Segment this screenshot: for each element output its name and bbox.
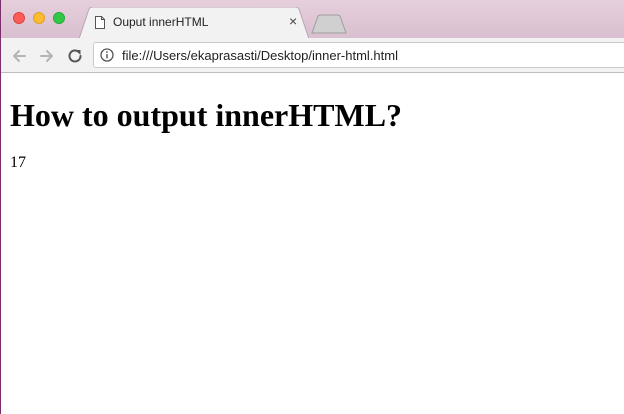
url-text: file:///Users/ekaprasasti/Desktop/inner-…	[122, 48, 398, 63]
page-heading: How to output innerHTML?	[10, 97, 403, 133]
tab-active[interactable]: Ouput innerHTML ×	[79, 7, 309, 39]
forward-arrow-icon[interactable]	[37, 46, 57, 66]
window-minimize-button[interactable]	[33, 12, 45, 24]
toolbar: file:///Users/ekaprasasti/Desktop/inner-…	[1, 38, 624, 73]
new-tab-button[interactable]	[311, 14, 347, 34]
browser-window: Ouput innerHTML × file:///Users/ekaprasa…	[0, 0, 624, 414]
window-close-button[interactable]	[13, 12, 25, 24]
document-icon	[95, 16, 105, 29]
address-bar[interactable]: file:///Users/ekaprasasti/Desktop/inner-…	[93, 42, 624, 68]
tab-close-icon[interactable]: ×	[289, 14, 297, 28]
output-value: 17	[10, 154, 26, 171]
tab-strip: Ouput innerHTML ×	[1, 0, 624, 39]
page-content: How to output innerHTML? 17	[1, 73, 624, 414]
reload-icon[interactable]	[65, 46, 85, 66]
window-maximize-button[interactable]	[53, 12, 65, 24]
tab-title: Ouput innerHTML	[113, 15, 209, 29]
back-arrow-icon[interactable]	[9, 46, 29, 66]
info-icon[interactable]	[100, 48, 114, 62]
